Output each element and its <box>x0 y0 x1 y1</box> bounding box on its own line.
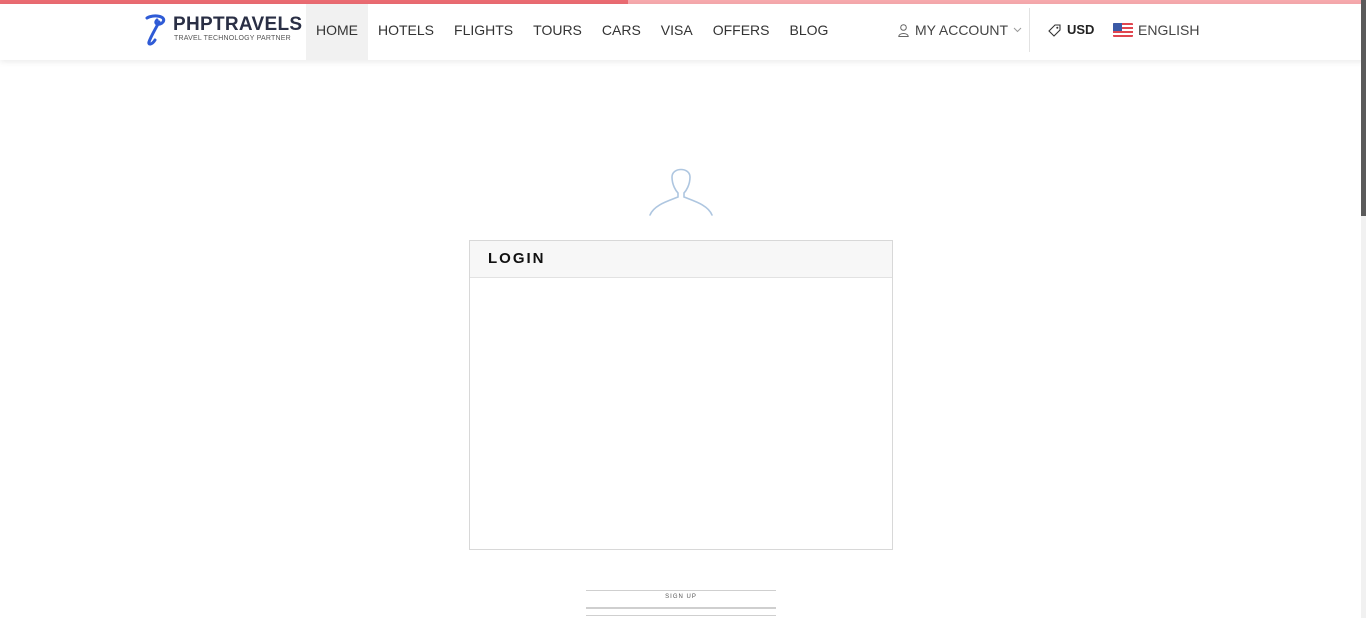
login-title: LOGIN <box>470 241 892 278</box>
nav-item-tours[interactable]: TOURS <box>523 4 592 60</box>
nav-item-blog[interactable]: BLOG <box>779 4 838 60</box>
us-flag-icon <box>1113 23 1133 37</box>
currency-label: USD <box>1067 22 1095 37</box>
nav-item-visa[interactable]: VISA <box>651 4 703 60</box>
language-selector[interactable]: ENGLISH <box>1113 4 1199 56</box>
main-nav: HOME HOTELS FLIGHTS TOURS CARS VISA OFFE… <box>306 4 838 60</box>
nav-item-offers[interactable]: OFFERS <box>703 4 780 60</box>
language-label: ENGLISH <box>1138 22 1200 38</box>
page-scrollbar[interactable] <box>1361 0 1366 618</box>
brand-logo[interactable]: PHPTRAVELS TRAVEL TECHNOLOGY PARTNER <box>143 14 303 54</box>
navbar-divider <box>1029 8 1030 52</box>
signup-link[interactable]: SIGN UP <box>586 594 776 600</box>
currency-selector[interactable]: USD <box>1048 4 1094 56</box>
nav-item-flights[interactable]: FLIGHTS <box>444 4 523 60</box>
signup-divider-bottom <box>586 615 776 616</box>
signup-divider-middle <box>586 607 776 609</box>
brand-tagline: TRAVEL TECHNOLOGY PARTNER <box>174 35 291 42</box>
my-account-dropdown[interactable]: MY ACCOUNT <box>898 4 1028 56</box>
nav-item-cars[interactable]: CARS <box>592 4 651 60</box>
my-account-label: MY ACCOUNT <box>915 22 1009 38</box>
nav-item-hotels[interactable]: HOTELS <box>368 4 444 60</box>
signup-divider-top <box>586 590 776 591</box>
signup-section: SIGN UP <box>586 590 776 616</box>
phptravels-logo-icon <box>145 14 166 46</box>
tag-icon <box>1048 23 1061 37</box>
chevron-down-icon <box>1013 27 1022 33</box>
login-panel: LOGIN <box>469 240 893 550</box>
top-navbar: PHPTRAVELS TRAVEL TECHNOLOGY PARTNER HOM… <box>0 4 1366 60</box>
scrollbar-thumb[interactable] <box>1361 0 1366 216</box>
nav-item-home[interactable]: HOME <box>306 4 368 60</box>
user-icon <box>898 23 909 37</box>
user-silhouette-icon <box>649 168 713 216</box>
brand-name: PHPTRAVELS <box>173 14 303 35</box>
